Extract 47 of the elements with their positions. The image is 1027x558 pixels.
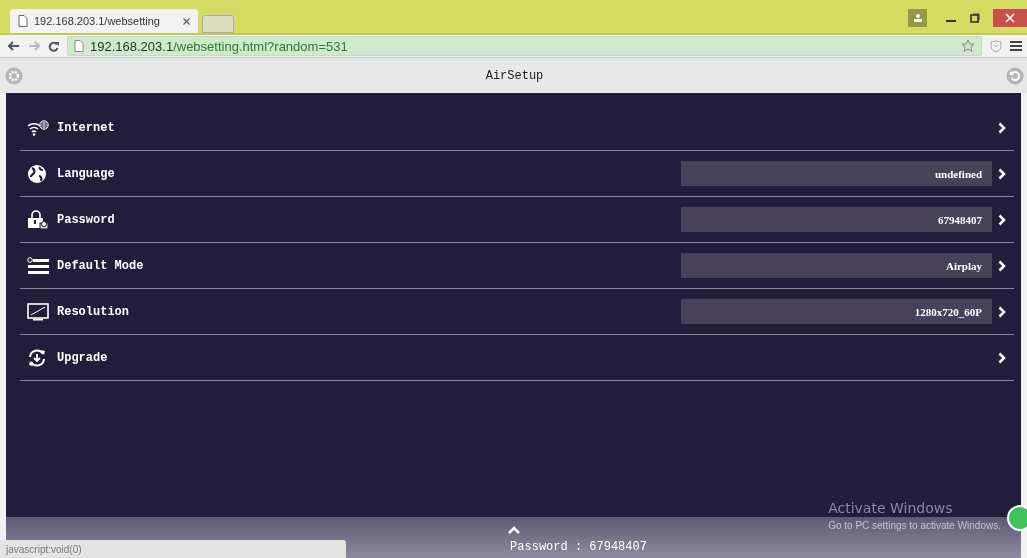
back-icon[interactable] [8, 41, 20, 51]
browser-tab[interactable]: 192.168.203.1/websetting [10, 9, 198, 33]
row-label: Default Mode [57, 258, 144, 273]
chevron-right-icon [998, 259, 1006, 272]
chevron-right-icon [998, 121, 1006, 134]
footer-password-text: Password : 67948407 [509, 540, 647, 554]
chevron-right-icon [998, 305, 1006, 318]
row-label: Language [57, 166, 115, 181]
row-label: Resolution [57, 304, 129, 319]
settings-row[interactable]: Internet [20, 105, 1014, 151]
settings-row[interactable]: Default Mode Airplay [20, 243, 1014, 289]
row-label: Upgrade [57, 350, 108, 365]
value-field: 67948407 [681, 207, 992, 232]
caret-up-icon[interactable] [507, 526, 520, 534]
close-icon[interactable] [183, 17, 190, 25]
settings-row[interactable]: Language undefined [20, 151, 1014, 197]
activation-notice-title: Activate Windows [828, 500, 954, 516]
chevron-right-icon [998, 167, 1006, 180]
close-icon[interactable] [993, 9, 1027, 27]
settings-row[interactable]: Upgrade [20, 335, 1014, 381]
settings-row[interactable]: Password 67948407 [20, 197, 1014, 243]
settings-row[interactable]: Resolution 1280x720_60P [20, 289, 1014, 335]
status-bubble: javascript:void(0) [0, 540, 346, 558]
row-label: Password [57, 212, 115, 227]
menu-icon[interactable] [1010, 41, 1022, 51]
globe-icon [27, 163, 47, 184]
badge-icon [1007, 505, 1027, 531]
checklist-icon [27, 256, 49, 275]
app-title: AirSetup [485, 68, 544, 83]
star-icon[interactable] [961, 39, 975, 53]
page-icon [18, 15, 28, 27]
row-label: Internet [57, 120, 115, 135]
padlock-icon [27, 209, 49, 230]
address-field[interactable]: 192.168.203.1/websetting.html?random=531 [67, 36, 982, 56]
wifi-globe-icon [27, 119, 49, 136]
tab-title: 192.168.203.1/websetting [34, 15, 161, 27]
page-icon [74, 40, 84, 52]
activation-notice-text: Go to PC settings to activate Windows. [828, 520, 1001, 531]
value-field: undefined [681, 161, 992, 186]
value-field: 1280x720_60P [681, 299, 992, 324]
chevron-right-icon [998, 213, 1006, 226]
value-field: Airplay [681, 253, 992, 278]
monitor-icon [27, 302, 49, 321]
chevron-right-icon [998, 351, 1006, 364]
reload-icon[interactable] [48, 40, 59, 52]
sync-download-icon [27, 347, 47, 368]
profile-icon[interactable] [908, 9, 927, 27]
